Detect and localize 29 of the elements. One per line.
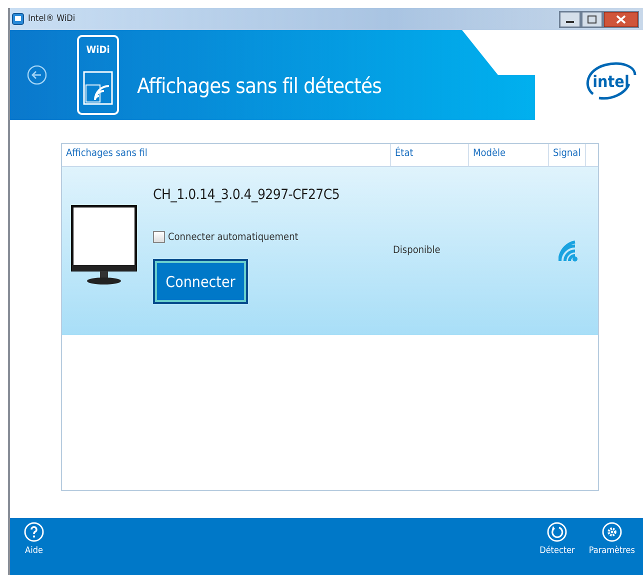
minimize-icon[interactable]: [559, 10, 581, 28]
screen-wave-icon: [83, 71, 113, 106]
app-icon: [12, 13, 24, 25]
settings-icon-button[interactable]: Paramètres: [584, 518, 639, 575]
signal-icon: [556, 239, 578, 263]
refresh-icon: [547, 522, 568, 542]
column-header: Affichages sans fil: [62, 144, 391, 166]
close-icon[interactable]: [603, 10, 639, 28]
device-name: CH_1.0.14_3.0.4_9297-CF27C5: [153, 187, 340, 203]
column-header: État: [391, 144, 469, 166]
monitor-icon: [71, 205, 137, 285]
checkbox[interactable]: [153, 231, 165, 243]
logo-text: intel: [592, 72, 630, 90]
settings-icon: [602, 522, 622, 542]
maximize-icon[interactable]: [581, 10, 603, 28]
refresh-icon-button[interactable]: Détecter: [536, 518, 579, 575]
help-icon: [24, 522, 44, 542]
checkbox-label: Connecter automatiquement: [168, 232, 298, 242]
help-icon-button[interactable]: Aide: [20, 518, 48, 575]
column-header: Signal: [549, 144, 586, 166]
status-text: Disponible: [392, 245, 442, 256]
table-row[interactable]: CH_1.0.14_3.0.4_9297-CF27C5 Connecter automatiquement Connecter Disponible: [62, 167, 598, 335]
logo-text: WiDi: [86, 44, 110, 56]
swoosh-icon: [585, 60, 637, 102]
page-title: Affichages sans fil détectés: [137, 74, 382, 98]
back-icon[interactable]: [27, 65, 47, 85]
connect-button[interactable]: Connecter: [153, 259, 248, 304]
window-title: Intel® WiDi: [28, 14, 76, 24]
column-header: Modèle: [469, 144, 549, 166]
